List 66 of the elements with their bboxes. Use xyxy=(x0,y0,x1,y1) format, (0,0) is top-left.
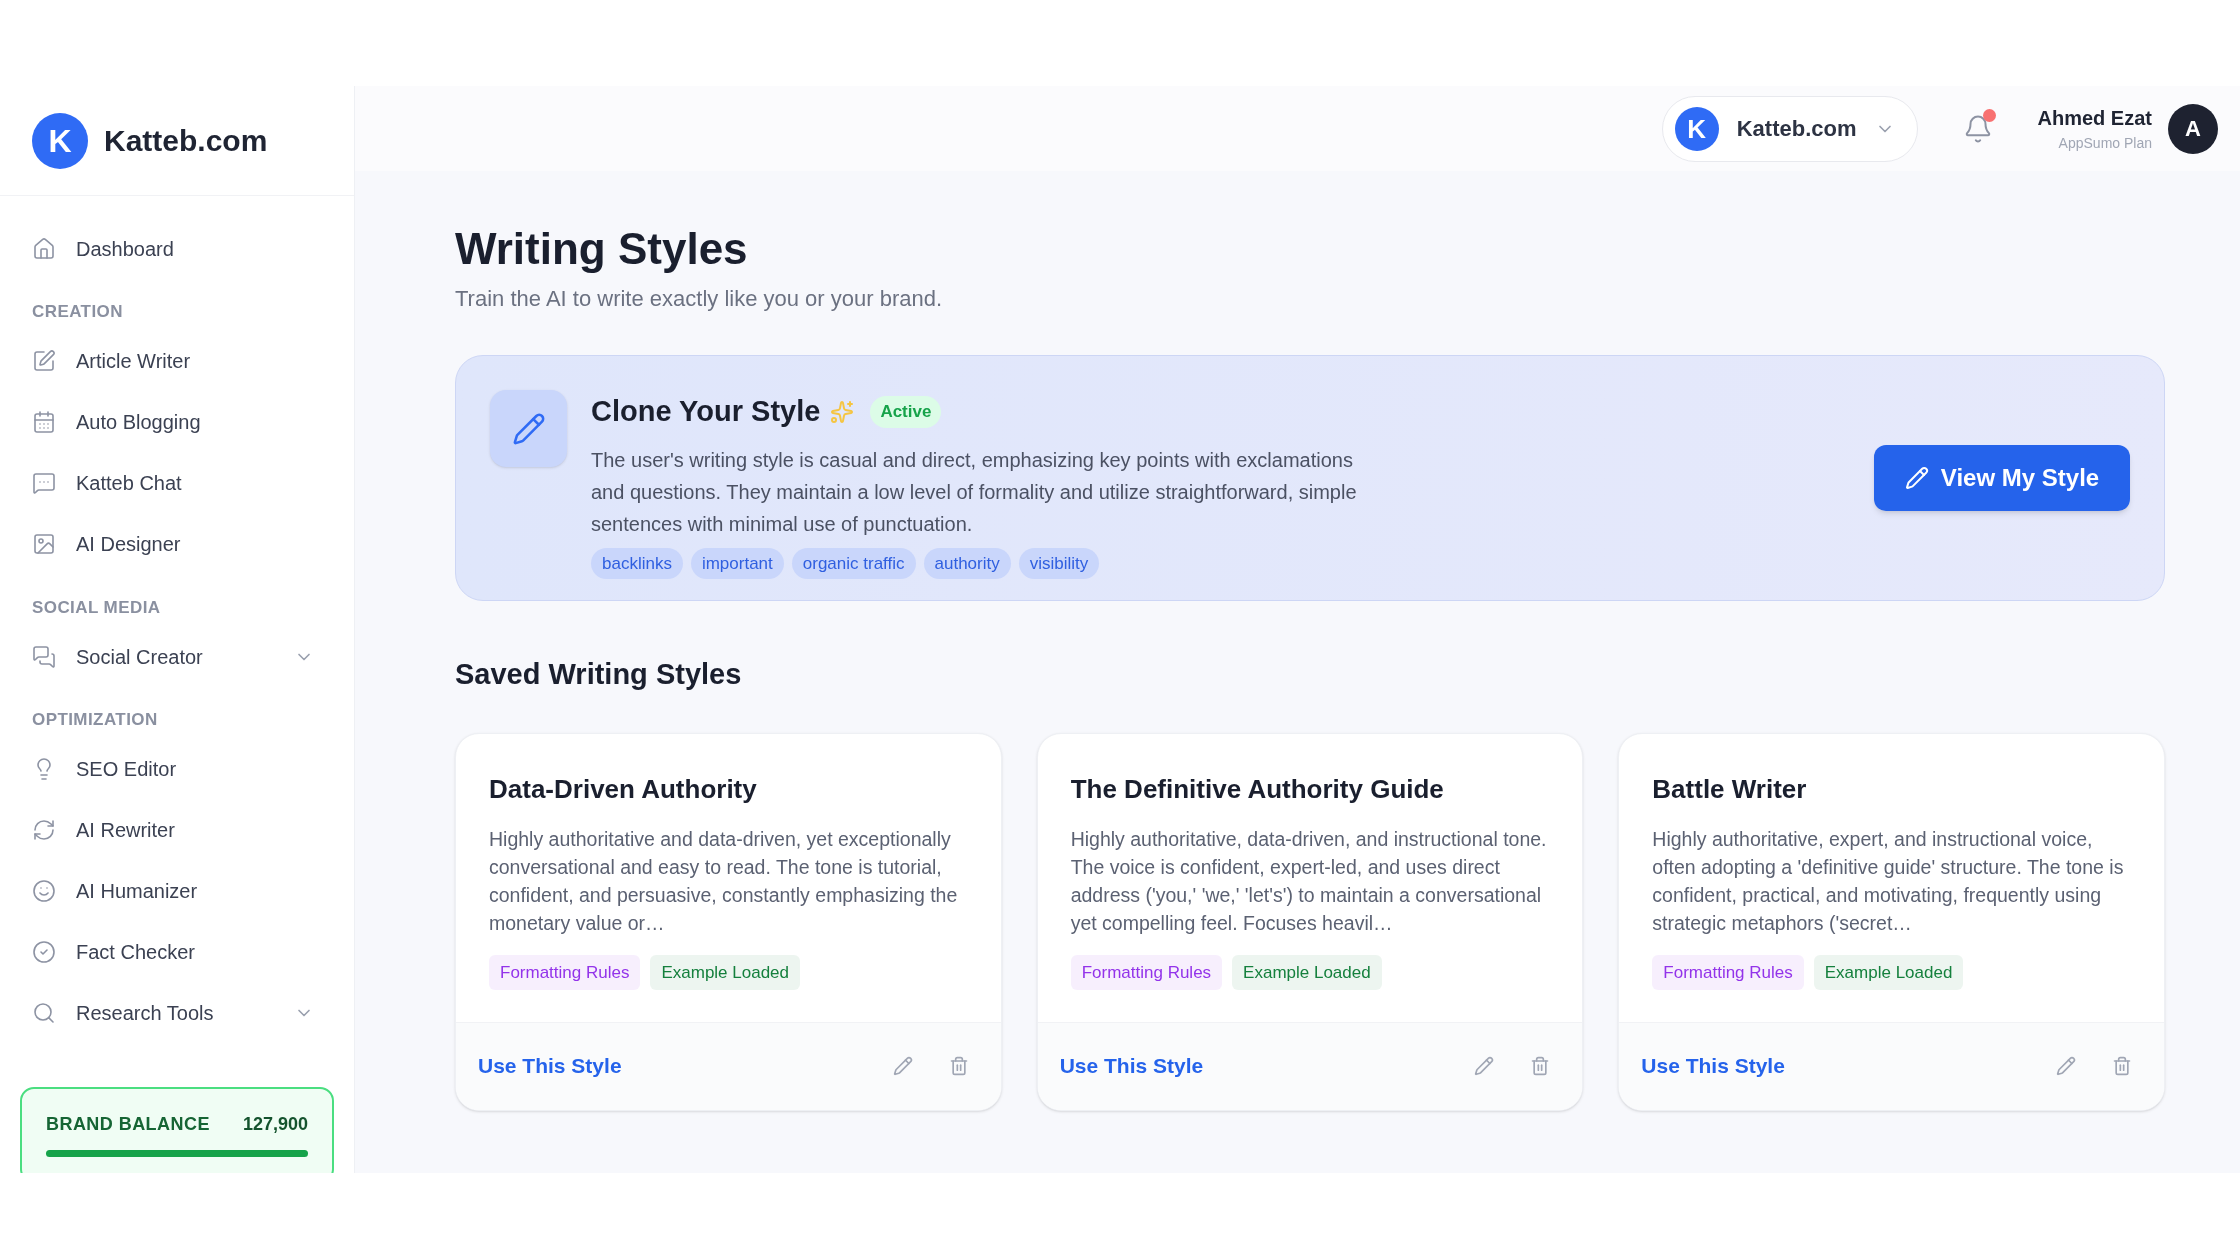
sidebar-item[interactable]: SEO Editor xyxy=(32,738,314,800)
sidebar-item[interactable]: Auto Blogging xyxy=(32,391,314,453)
sidebar-item[interactable]: Research Tools xyxy=(32,982,314,1044)
logo-icon: K xyxy=(1674,106,1719,151)
style-title: Battle Writer xyxy=(1652,772,1808,806)
delete-icon[interactable] xyxy=(1530,1056,1551,1076)
style-description: Highly authoritative and data-driven, yet exceptionally conversational and easy to read. The tone is tutorial, confident, and persuasive, constantly emphasizing the monetary value or… xyxy=(489,826,959,936)
style-tag: Example Loaded xyxy=(1232,954,1382,990)
sidebar-item[interactable]: AI Designer xyxy=(32,513,314,575)
sidebar-item[interactable]: Article Writer xyxy=(32,330,314,392)
edit-icon[interactable] xyxy=(892,1056,913,1076)
edit-icon[interactable] xyxy=(2056,1056,2076,1076)
brand-name: Katteb.com xyxy=(104,123,268,159)
keyword-tag: authority xyxy=(923,547,1011,579)
search-icon xyxy=(32,1001,56,1025)
chat-bubbles-icon xyxy=(32,644,56,669)
clone-description: The user's writing style is casual and direct, emphasizing key points with exclamations and questions. They maintain a low level of formality and utilize straightforward, simple sentences with minimal use of punctuation. xyxy=(591,447,1358,537)
user-plan: AppSumo Plan xyxy=(2058,134,2152,153)
section-heading: CREATION xyxy=(32,301,124,323)
user-avatar[interactable]: A xyxy=(2168,103,2218,154)
keyword-tag: important xyxy=(690,547,784,579)
calendar-icon xyxy=(32,410,56,434)
sidebar-item[interactable]: Fact Checker xyxy=(32,921,314,983)
keyword-tag: organic traffic xyxy=(791,547,916,579)
clone-title: Clone Your Style xyxy=(591,394,821,429)
keyword-tag: visibility xyxy=(1018,547,1100,579)
smiley-icon xyxy=(32,879,56,903)
style-title: Data-Driven Authority xyxy=(489,772,758,806)
edit-icon[interactable] xyxy=(1474,1056,1495,1076)
balance-value: 127,900 xyxy=(242,1113,308,1136)
logo-icon: K xyxy=(32,112,88,169)
sidebar-item[interactable]: AI Humanizer xyxy=(32,860,314,922)
chat-icon xyxy=(32,471,56,495)
style-tag: Example Loaded xyxy=(650,954,801,990)
section-title: Saved Writing Styles xyxy=(455,657,743,692)
pencil-icon xyxy=(511,411,546,446)
keyword-tag: backlinks xyxy=(591,547,683,579)
section-heading: OPTIMIZATION xyxy=(32,709,159,731)
delete-icon[interactable] xyxy=(948,1056,969,1076)
sidebar-item[interactable]: Social Creator xyxy=(32,626,314,687)
sidebar-item[interactable]: Katteb Chat xyxy=(32,452,314,514)
style-description: Highly authoritative, expert, and instructional voice, often adopting a 'definitive guide' structure. The tone is confident, practical, and motivating, frequently using strategic metaphors ('secret… xyxy=(1652,826,2125,936)
style-tag: Example Loaded xyxy=(1813,954,1964,990)
page-title: Writing Styles xyxy=(455,223,749,275)
refresh-icon xyxy=(32,818,56,842)
image-icon xyxy=(32,532,56,556)
delete-icon[interactable] xyxy=(2112,1056,2132,1076)
style-description: Highly authoritative, data-driven, and instructional tone. The voice is confident, expert-led, and uses direct address ('you,' 'we,' 'let's') to maintain a conversational yet compelling feel. Focuses heavil… xyxy=(1070,826,1548,936)
workspace-selector[interactable]: K Katteb.com xyxy=(1661,95,1918,162)
edit-icon xyxy=(32,349,56,373)
sidebar-item[interactable]: Dashboard xyxy=(32,218,314,279)
sparkles-icon xyxy=(830,399,855,424)
style-title: The Definitive Authority Guide xyxy=(1070,772,1445,806)
check-circle-icon xyxy=(32,940,56,964)
page-subtitle: Train the AI to write exactly like you or your brand. xyxy=(455,285,944,313)
style-tag: Formatting Rules xyxy=(1070,954,1223,990)
sidebar-item[interactable]: AI Rewriter xyxy=(32,799,314,861)
style-tag: Formatting Rules xyxy=(489,954,641,990)
user-name: Ahmed Ezat xyxy=(2037,106,2152,131)
view-my-style-button[interactable]: View My Style xyxy=(1874,445,2130,511)
home-icon xyxy=(32,236,56,261)
section-heading: SOCIAL MEDIA xyxy=(32,596,162,619)
style-tag: Formatting Rules xyxy=(1652,954,1804,990)
pencil-icon xyxy=(1904,466,1929,490)
active-badge: Active xyxy=(870,396,942,428)
balance-label: BRAND BALANCE xyxy=(46,1113,210,1136)
